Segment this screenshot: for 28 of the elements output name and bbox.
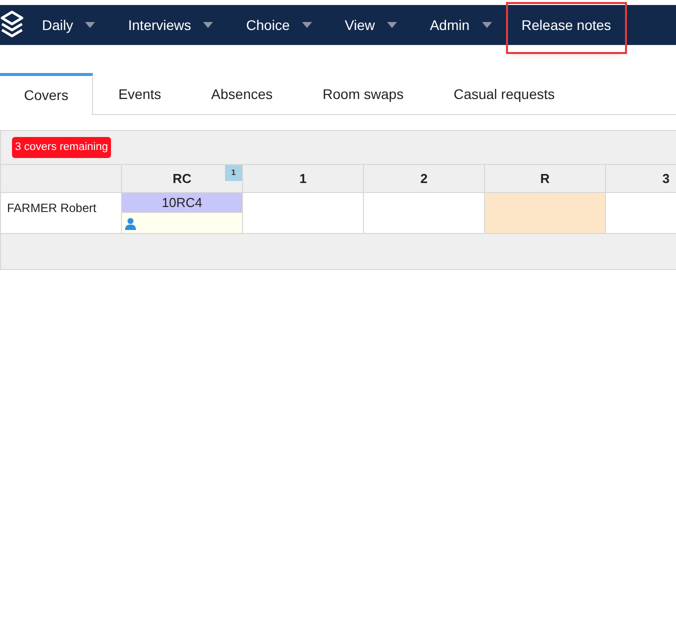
nav-menu-item[interactable]: Release notes xyxy=(508,4,626,52)
nav-menu-item[interactable]: Daily xyxy=(42,14,96,36)
layers-logo-icon[interactable] xyxy=(0,10,24,40)
covers-remaining-badge: 3 covers remaining xyxy=(12,137,111,158)
caret-icon xyxy=(203,22,214,28)
tab[interactable]: Absences xyxy=(186,73,298,115)
nav-menu-item[interactable]: View xyxy=(344,14,397,36)
tab[interactable]: Events xyxy=(93,73,186,115)
caret-icon xyxy=(85,22,96,28)
count-badge: 1 xyxy=(225,165,242,181)
tab[interactable]: Covers xyxy=(0,73,94,115)
cover-slot[interactable] xyxy=(122,213,242,233)
nav-menu-item[interactable]: Interviews xyxy=(128,14,214,36)
caret-icon xyxy=(482,22,492,28)
tab[interactable]: Room swaps xyxy=(298,73,429,115)
staff-name: FARMER Robert xyxy=(7,201,96,215)
column-header: R xyxy=(485,165,606,192)
nav-menu-item[interactable]: Admin xyxy=(430,14,492,36)
column-header: 3 xyxy=(606,165,676,192)
column-header: RC 1 xyxy=(122,165,243,192)
lesson-cell[interactable]: 10RC4 xyxy=(122,193,242,213)
column-header: 2 xyxy=(364,165,485,192)
caret-icon xyxy=(302,22,312,28)
caret-icon xyxy=(386,22,397,28)
column-header: 1 xyxy=(243,165,364,192)
person-icon xyxy=(125,218,136,230)
nav-menu-item[interactable]: Choice xyxy=(246,14,312,36)
tab[interactable]: Casual requests xyxy=(428,73,580,115)
